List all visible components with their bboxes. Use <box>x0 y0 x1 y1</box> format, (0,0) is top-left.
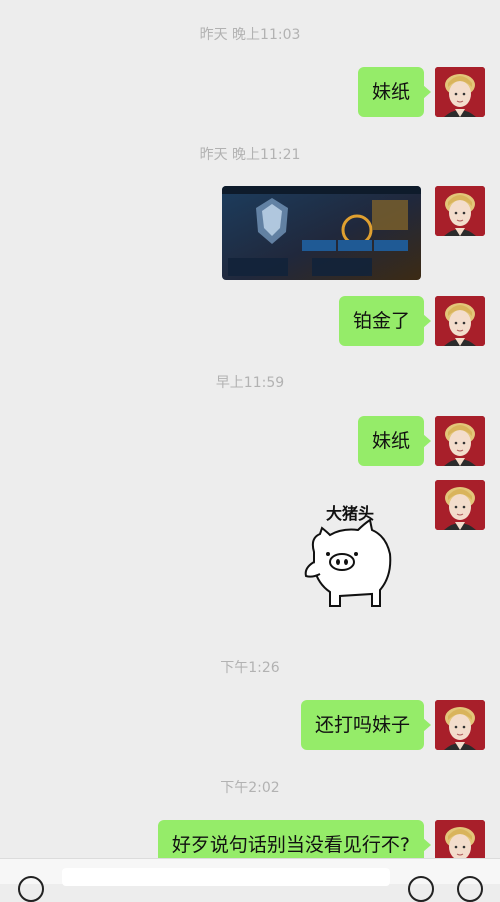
plus-icon[interactable] <box>457 876 483 902</box>
message-bubble[interactable]: 铂金了 <box>338 296 432 346</box>
avatar-image <box>435 186 485 236</box>
avatar-image <box>435 296 485 346</box>
timestamp: 昨天 晚上11:21 <box>199 147 301 163</box>
screenshot-graphic <box>222 186 421 280</box>
voice-icon[interactable] <box>18 876 44 902</box>
avatar-image <box>435 700 485 750</box>
timestamp: 昨天 晚上11:03 <box>199 27 301 43</box>
game-screenshot-image[interactable] <box>222 186 421 280</box>
message-bubble[interactable]: 还打吗妹子 <box>300 700 432 750</box>
pig-sticker[interactable] <box>300 498 400 608</box>
avatar[interactable] <box>435 296 485 346</box>
timestamp: 下午1:26 <box>220 660 280 676</box>
message-bubble[interactable]: 妹纸 <box>357 416 432 466</box>
message-input[interactable] <box>62 868 390 886</box>
pig-sticker-graphic <box>304 518 392 607</box>
emoji-icon[interactable] <box>408 876 434 902</box>
avatar[interactable] <box>435 67 485 117</box>
avatar-image <box>435 416 485 466</box>
avatar[interactable] <box>435 700 485 750</box>
avatar[interactable] <box>435 480 485 530</box>
message-bubble[interactable]: 妹纸 <box>357 67 432 117</box>
timestamp: 下午2:02 <box>220 780 280 796</box>
timestamp: 早上11:59 <box>215 375 285 391</box>
avatar-image <box>435 67 485 117</box>
avatar-image <box>435 480 485 530</box>
avatar[interactable] <box>435 416 485 466</box>
avatar[interactable] <box>435 186 485 236</box>
